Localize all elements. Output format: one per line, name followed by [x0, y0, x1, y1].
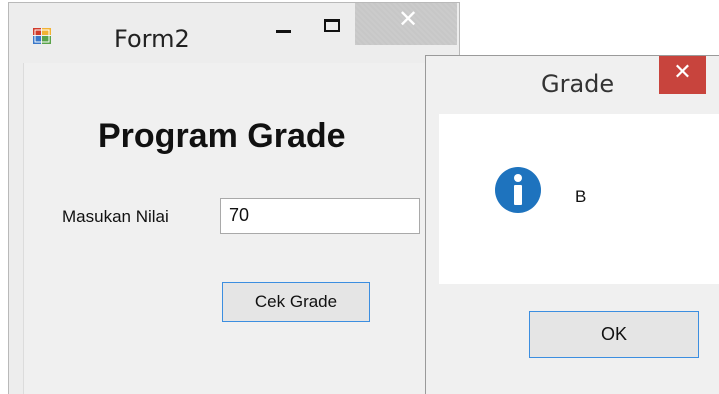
ok-button[interactable]: OK	[529, 311, 699, 358]
form2-titlebar[interactable]: Form2 ✕	[9, 3, 459, 63]
minimize-button[interactable]	[261, 7, 306, 47]
messagebox-body: B	[439, 114, 719, 284]
info-icon	[495, 167, 541, 213]
messagebox-message: B	[575, 187, 587, 206]
page-heading: Program Grade	[98, 117, 346, 155]
nilai-input[interactable]: 70	[220, 198, 420, 234]
messagebox-close-button[interactable]: ✕	[659, 56, 706, 94]
messagebox-title: Grade	[541, 70, 615, 98]
cek-grade-button[interactable]: Cek Grade	[222, 282, 370, 322]
form-app-icon	[33, 28, 51, 44]
form2-window: Form2 ✕ Program Grade Masukan Nilai 70 C…	[8, 2, 460, 394]
nilai-label: Masukan Nilai	[62, 207, 169, 226]
form2-client-area: Program Grade Masukan Nilai 70 Cek Grade	[23, 63, 443, 394]
form2-title: Form2	[114, 25, 190, 53]
form2-close-button[interactable]: ✕	[355, 3, 457, 45]
close-icon: ✕	[397, 5, 419, 33]
grade-messagebox: Grade ✕ B OK	[425, 55, 719, 394]
maximize-button[interactable]	[309, 7, 354, 47]
close-icon: ✕	[673, 60, 692, 85]
minimize-icon	[276, 29, 291, 33]
maximize-icon	[323, 18, 340, 32]
